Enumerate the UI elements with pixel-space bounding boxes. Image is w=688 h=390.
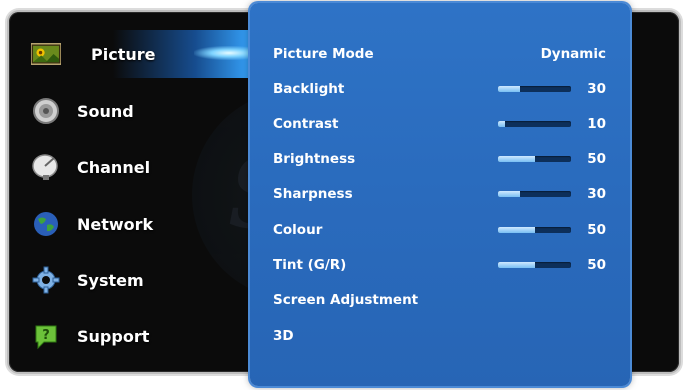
contrast-slider[interactable] [498,121,571,127]
brightness-slider[interactable] [498,156,571,162]
brightness-value: 50 [587,151,606,167]
slider-fill [498,86,520,92]
sidebar-item-network[interactable]: Network [19,200,254,248]
sidebar-item-channel[interactable]: Channel [19,143,254,191]
sidebar-item-label: Network [77,214,154,234]
screen-adjustment-label: Screen Adjustment [273,292,419,308]
picture-mode-value: Dynamic [540,46,606,62]
sidebar-item-sound[interactable]: Sound [19,87,254,135]
sidebar-item-label: System [77,270,144,290]
contrast-value: 10 [587,116,606,132]
sidebar-item-label: Channel [77,157,151,177]
slider-fill [498,121,506,127]
tint-slider[interactable] [498,262,571,268]
sharpness-row[interactable]: Sharpness 30 [273,182,606,206]
sidebar-item-support[interactable]: ? Support [19,312,254,360]
help-icon: ? [31,321,61,351]
tint-row[interactable]: Tint (G/R) 50 [273,253,606,277]
slider-fill [498,191,520,197]
svg-text:?: ? [42,328,50,343]
colour-label: Colour [273,222,323,238]
backlight-label: Backlight [273,81,345,97]
sidebar-item-label: Support [77,326,150,346]
sidebar-item-label: Picture [91,44,156,64]
sidebar-item-system[interactable]: System [19,256,254,304]
sidebar-item-picture[interactable]: Picture [19,30,264,78]
colour-row[interactable]: Colour 50 [273,218,606,242]
sharpness-value: 30 [587,186,606,202]
backlight-value: 30 [587,81,606,97]
backlight-slider[interactable] [498,86,571,92]
picture-settings-panel: Picture Mode Dynamic Backlight 30 Contra… [250,3,630,386]
picture-icon [31,39,61,69]
sharpness-slider[interactable] [498,191,571,197]
backlight-row[interactable]: Backlight 30 [273,77,606,101]
globe-icon [31,209,61,239]
tint-label: Tint (G/R) [273,257,347,273]
satellite-dish-icon [31,152,61,182]
3d-label: 3D [273,328,294,344]
speaker-icon [31,96,61,126]
picture-mode-row[interactable]: Picture Mode Dynamic [273,42,606,66]
3d-row[interactable]: 3D [273,324,606,348]
contrast-row[interactable]: Contrast 10 [273,112,606,136]
contrast-label: Contrast [273,116,339,132]
slider-fill [498,227,535,233]
brightness-label: Brightness [273,151,356,167]
brightness-row[interactable]: Brightness 50 [273,147,606,171]
colour-value: 50 [587,222,606,238]
screen-adjustment-row[interactable]: Screen Adjustment [273,288,606,312]
picture-mode-label: Picture Mode [273,46,374,62]
tint-value: 50 [587,257,606,273]
sidebar-item-label: Sound [77,101,134,121]
slider-fill [498,262,535,268]
colour-slider[interactable] [498,227,571,233]
gear-icon [31,265,61,295]
sharpness-label: Sharpness [273,186,353,202]
slider-fill [498,156,535,162]
